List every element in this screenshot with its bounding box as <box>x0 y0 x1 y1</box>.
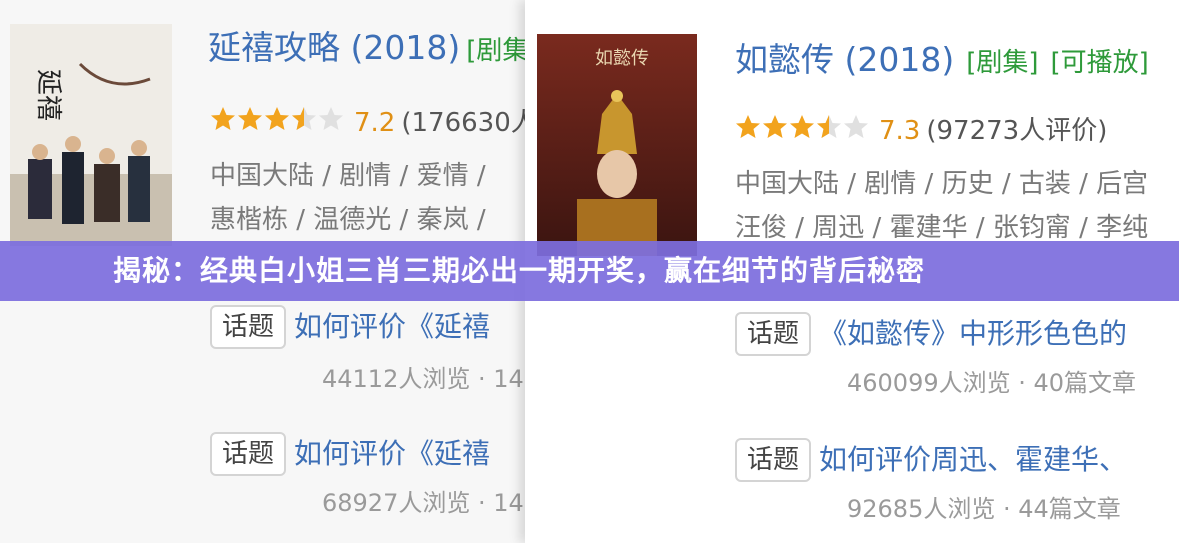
type-tag[interactable]: [剧集 <box>466 36 528 66</box>
meta-cast: 惠楷栋 / 温德光 / 秦岚 / <box>210 205 486 235</box>
type-tag[interactable]: [剧集] <box>966 48 1038 78</box>
topic-badge: 话题 <box>735 438 812 482</box>
svg-text:延禧: 延禧 <box>33 69 63 121</box>
movie-title[interactable]: 延禧攻略 (2018) <box>208 28 460 67</box>
meta-cast: 汪俊 / 周迅 / 霍建华 / 张钧甯 / 李纯 <box>735 213 1149 243</box>
topic-row[interactable]: 话题 如何评价《延禧 <box>210 432 490 476</box>
rating-row: 7.3 (97273人评价) <box>735 114 1107 148</box>
svg-text:如懿传: 如懿传 <box>595 48 649 69</box>
headline-text[interactable]: 揭秘：经典白小姐三肖三期必出一期开奖，赢在细节的背后秘密 <box>113 241 925 301</box>
rating-row: 7.2 (176630人 <box>210 106 528 140</box>
rating-score: 7.3 <box>879 115 921 146</box>
topic-views: 460099人浏览 · 40篇文章 <box>847 369 1137 397</box>
topic-link[interactable]: 如何评价《延禧 <box>294 310 490 343</box>
topic-views: 92685人浏览 · 44篇文章 <box>847 495 1121 523</box>
topic-row[interactable]: 话题 《如懿传》中形形色色的 <box>735 312 1127 356</box>
topic-row[interactable]: 话题 如何评价《延禧 <box>210 305 490 349</box>
topic-link[interactable]: 如何评价《延禧 <box>294 437 490 470</box>
topic-row[interactable]: 话题 如何评价周迅、霍建华、 <box>735 438 1127 482</box>
meta-genres: 中国大陆 / 剧情 / 爱情 / <box>210 161 486 191</box>
rating-score: 7.2 <box>354 107 396 138</box>
topic-badge: 话题 <box>210 432 287 476</box>
playable-tag[interactable]: [可播放] <box>1051 48 1149 78</box>
headline-banner[interactable]: 揭秘：经典白小姐三肖三期必出一期开奖，赢在细节的背后秘密 <box>0 241 1179 301</box>
rating-stars-icon <box>210 106 346 140</box>
poster-image: 如懿传 <box>537 34 697 256</box>
topic-badge: 话题 <box>735 312 812 356</box>
movie-title[interactable]: 如懿传 (2018) <box>735 40 954 79</box>
topic-views: 44112人浏览 · 14 <box>322 365 524 393</box>
movie-title-row: 延禧攻略 (2018) [剧集 <box>208 28 528 71</box>
rating-count: (97273人评价) <box>926 115 1108 146</box>
topic-badge: 话题 <box>210 305 287 349</box>
rating-stars-icon <box>735 114 871 148</box>
topic-views: 68927人浏览 · 14 <box>322 489 524 517</box>
topic-link[interactable]: 如何评价周迅、霍建华、 <box>819 443 1127 476</box>
meta-genres: 中国大陆 / 剧情 / 历史 / 古装 / 后宫 <box>735 169 1149 199</box>
poster-yanxi[interactable]: 延禧 <box>10 24 172 246</box>
rating-count: (176630人 <box>401 107 528 138</box>
poster-ruyi[interactable]: 如懿传 <box>537 34 697 256</box>
movie-title-row: 如懿传 (2018) [剧集] [可播放] <box>735 40 1149 83</box>
poster-image: 延禧 <box>10 24 172 246</box>
topic-link[interactable]: 《如懿传》中形形色色的 <box>819 317 1127 350</box>
